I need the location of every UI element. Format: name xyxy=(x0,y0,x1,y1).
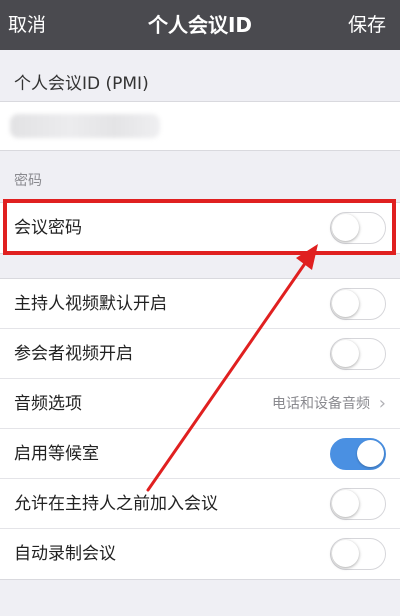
pmi-value-field[interactable] xyxy=(0,101,400,151)
host-video-toggle[interactable] xyxy=(330,288,386,320)
password-group: 会议密码 xyxy=(0,202,400,254)
join-before-host-row: 允许在主持人之前加入会议 xyxy=(0,479,400,529)
auto-record-row: 自动录制会议 xyxy=(0,529,400,579)
auto-record-toggle[interactable] xyxy=(330,538,386,570)
host-video-row: 主持人视频默认开启 xyxy=(0,279,400,329)
page-title: 个人会议ID xyxy=(147,13,253,37)
join-before-host-label: 允许在主持人之前加入会议 xyxy=(14,494,218,514)
pmi-label: 个人会议ID (PMI) xyxy=(14,74,149,94)
audio-options-label: 音频选项 xyxy=(14,394,82,414)
meeting-settings-group: 主持人视频默认开启 参会者视频开启 音频选项 电话和设备音频 › 启用等候室 允… xyxy=(0,278,400,580)
toggle-knob xyxy=(332,540,359,567)
host-video-label: 主持人视频默认开启 xyxy=(14,294,167,314)
join-before-host-toggle[interactable] xyxy=(330,488,386,520)
toggle-knob xyxy=(357,440,384,467)
navigation-bar: 取消 个人会议ID 保存 xyxy=(0,0,400,50)
chevron-right-icon: › xyxy=(378,393,386,414)
toggle-knob xyxy=(332,340,359,367)
password-section-header: 密码 xyxy=(14,173,42,189)
waiting-room-row: 启用等候室 xyxy=(0,429,400,479)
audio-options-value: 电话和设备音频 xyxy=(272,396,370,412)
waiting-room-label: 启用等候室 xyxy=(14,444,99,464)
participant-video-row: 参会者视频开启 xyxy=(0,329,400,379)
auto-record-label: 自动录制会议 xyxy=(14,544,116,564)
meeting-password-toggle[interactable] xyxy=(330,212,386,244)
participant-video-toggle[interactable] xyxy=(330,338,386,370)
meeting-password-label: 会议密码 xyxy=(14,218,82,238)
save-button[interactable]: 保存 xyxy=(348,0,386,50)
waiting-room-toggle[interactable] xyxy=(330,438,386,470)
audio-options-row[interactable]: 音频选项 电话和设备音频 › xyxy=(0,379,400,429)
participant-video-label: 参会者视频开启 xyxy=(14,344,133,364)
pmi-redacted-value xyxy=(10,114,160,138)
toggle-knob xyxy=(332,214,359,241)
toggle-knob xyxy=(332,290,359,317)
meeting-password-row: 会议密码 xyxy=(0,203,400,253)
toggle-knob xyxy=(332,490,359,517)
